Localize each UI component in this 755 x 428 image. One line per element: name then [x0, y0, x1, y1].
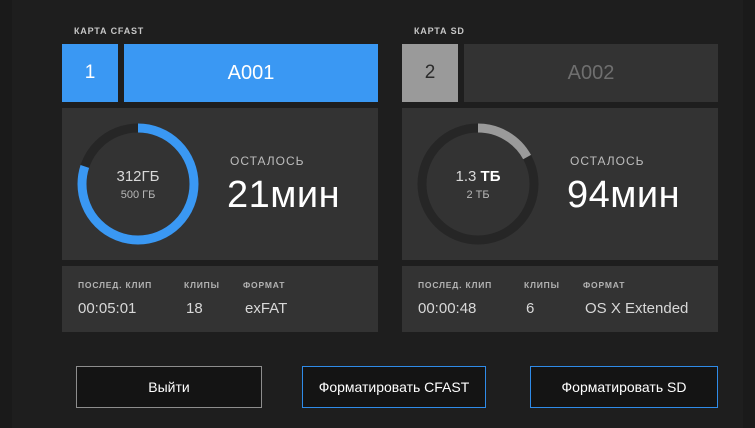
clips-value: 6	[526, 300, 535, 317]
card-title: КАРТА SD	[414, 26, 465, 36]
capacity-readout: 312ГБ 500 ГБ	[76, 122, 200, 246]
slot-selector[interactable]: 2 A002	[402, 44, 718, 102]
clips-value: 18	[186, 300, 203, 317]
storage-panel: 312ГБ 500 ГБ ОСТАЛОСЬ 21мин	[62, 108, 378, 260]
remaining-time: 21мин	[227, 174, 341, 216]
format-label: ФОРМАТ	[583, 280, 626, 290]
clips-label: КЛИПЫ	[184, 280, 220, 290]
remaining-time: 94мин	[567, 174, 681, 216]
format-cfast-button[interactable]: Форматировать CFAST	[302, 366, 486, 408]
used-capacity: 1.3 ТБ	[455, 167, 501, 185]
clip-name[interactable]: A001	[124, 44, 378, 102]
exit-button[interactable]: Выйти	[76, 366, 262, 408]
format-value: OS X Extended	[585, 300, 689, 317]
format-value: exFAT	[245, 300, 288, 317]
last-clip-label: ПОСЛЕД. КЛИП	[418, 280, 493, 290]
slot-selector[interactable]: 1 A001	[62, 44, 378, 102]
total-capacity: 500 ГБ	[120, 188, 156, 201]
card-title: КАРТА CFAST	[74, 26, 145, 36]
clip-name[interactable]: A002	[464, 44, 718, 102]
clips-label: КЛИПЫ	[524, 280, 560, 290]
last-clip-label: ПОСЛЕД. КЛИП	[78, 280, 153, 290]
clip-info-panel: ПОСЛЕД. КЛИП КЛИПЫ ФОРМАТ 00:05:01 18 ex…	[62, 266, 378, 332]
last-clip-value: 00:05:01	[78, 300, 137, 317]
remaining-label: ОСТАЛОСЬ	[570, 154, 645, 168]
media-screen: КАРТА CFAST 1 A001 312ГБ 500 ГБ ОСТАЛОСЬ…	[12, 0, 743, 428]
capacity-readout: 1.3 ТБ 2 ТБ	[416, 122, 540, 246]
remaining-label: ОСТАЛОСЬ	[230, 154, 305, 168]
last-clip-value: 00:00:48	[418, 300, 477, 317]
slot-number[interactable]: 1	[62, 44, 118, 102]
slot-number[interactable]: 2	[402, 44, 458, 102]
used-capacity: 312ГБ	[116, 167, 160, 185]
clip-info-panel: ПОСЛЕД. КЛИП КЛИПЫ ФОРМАТ 00:00:48 6 OS …	[402, 266, 718, 332]
storage-panel: 1.3 ТБ 2 ТБ ОСТАЛОСЬ 94мин	[402, 108, 718, 260]
format-label: ФОРМАТ	[243, 280, 286, 290]
format-sd-button[interactable]: Форматировать SD	[530, 366, 718, 408]
total-capacity: 2 ТБ	[466, 188, 490, 201]
